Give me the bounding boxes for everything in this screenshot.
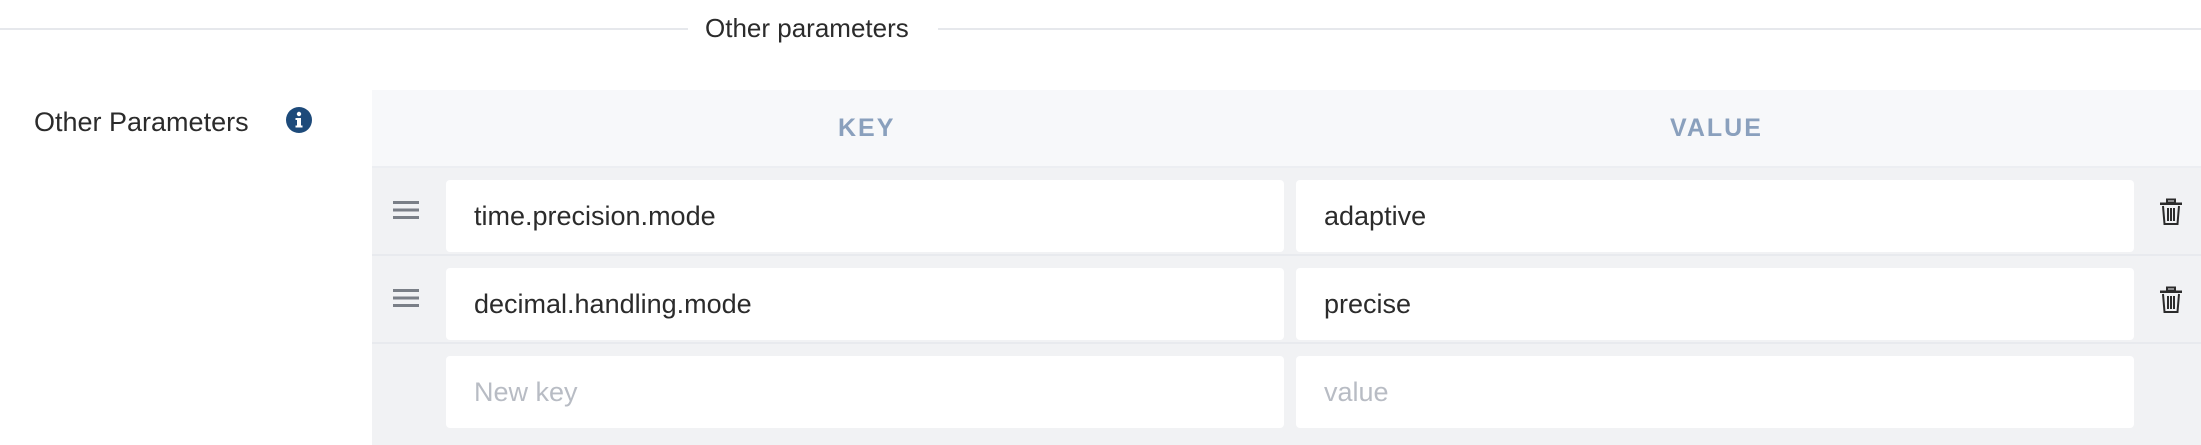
key-input[interactable]	[446, 180, 1284, 252]
key-value-table: KEY VALUE	[372, 90, 2201, 445]
drag-handle-icon[interactable]	[392, 196, 420, 224]
column-header-value: VALUE	[1670, 114, 1763, 142]
section-header: Other parameters	[0, 0, 2201, 58]
section-title: Other parameters	[705, 13, 909, 43]
new-entry-row	[372, 344, 2201, 430]
new-key-input[interactable]	[446, 356, 1284, 428]
new-value-input[interactable]	[1296, 356, 2134, 428]
column-header-key: KEY	[838, 114, 896, 142]
drag-handle-icon[interactable]	[392, 284, 420, 312]
value-input[interactable]	[1296, 268, 2134, 340]
page: Other parameters Other Parameters KEY VA…	[0, 0, 2201, 445]
key-input[interactable]	[446, 268, 1284, 340]
info-circle-icon[interactable]	[285, 106, 313, 134]
table-row	[372, 168, 2201, 256]
value-input[interactable]	[1296, 180, 2134, 252]
trash-icon[interactable]	[2158, 286, 2184, 314]
section-divider-right	[938, 28, 2201, 30]
trash-icon[interactable]	[2158, 198, 2184, 226]
table-header: KEY VALUE	[372, 90, 2201, 168]
field-label: Other Parameters	[34, 107, 249, 137]
table-row	[372, 256, 2201, 344]
section-divider-left	[0, 28, 688, 30]
